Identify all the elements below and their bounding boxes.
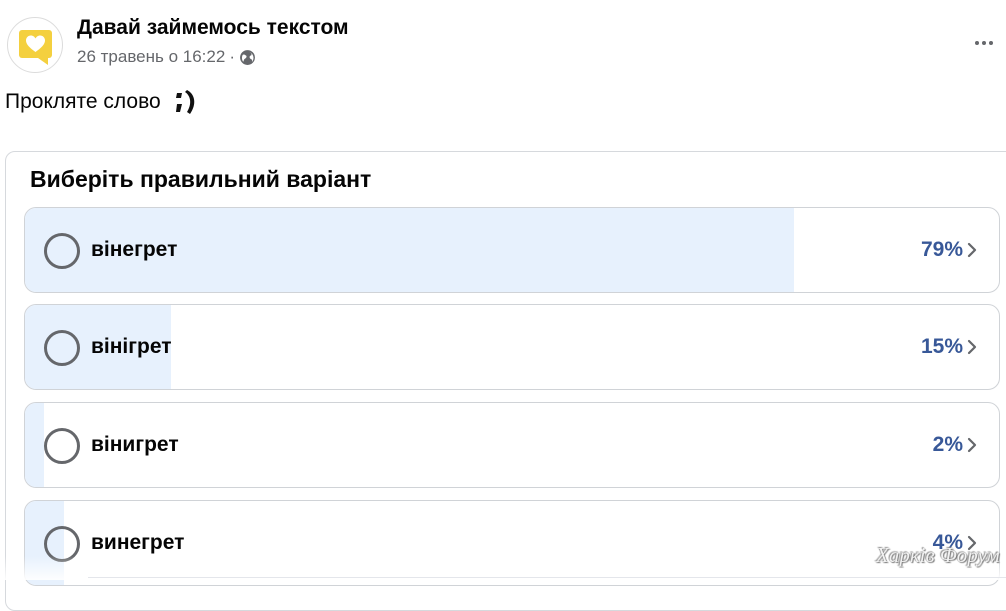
chevron-right-icon — [967, 437, 977, 453]
radio-button[interactable] — [44, 233, 80, 269]
meta-separator: · — [229, 47, 235, 66]
watermark: Харків Форум — [876, 543, 1000, 567]
chevron-right-icon — [967, 339, 977, 355]
page-name[interactable]: Давай займемось текстом — [77, 16, 349, 40]
post-text-content: Прокляте слово — [5, 90, 161, 113]
option-percent: 2% — [932, 433, 963, 456]
option-label: вінигрет — [91, 433, 179, 456]
radio-button[interactable] — [44, 428, 80, 464]
post-date[interactable]: 26 травень о 16:22 — [77, 47, 225, 67]
winking-emoticon-icon — [175, 90, 194, 114]
option-label: вінігрет — [91, 335, 172, 358]
chevron-right-icon — [967, 242, 977, 258]
option-percent: 15% — [920, 335, 963, 358]
globe-icon — [240, 49, 255, 65]
post-meta: 26 травень о 16:22 · — [77, 47, 256, 67]
option-label: вінегрет — [91, 238, 178, 261]
option-percent: 79% — [920, 238, 963, 261]
post-text: Прокляте слово — [5, 88, 199, 116]
poll-option[interactable]: вінигрет 2% — [24, 402, 1000, 488]
more-dot — [982, 41, 986, 45]
page-avatar[interactable] — [7, 17, 63, 73]
more-dot — [989, 41, 993, 45]
heart-logo-icon — [19, 30, 52, 65]
vote-bar — [25, 403, 45, 487]
poll-question: Виберіть правильний варіант — [30, 166, 372, 192]
more-dots-icon — [975, 41, 979, 45]
bottom-divider — [88, 577, 1006, 578]
radio-button[interactable] — [44, 330, 80, 366]
poll-option[interactable]: вінігрет 15% — [24, 304, 1000, 390]
poll-option[interactable]: вінегрет 79% — [24, 207, 1000, 293]
more-options-button[interactable] — [975, 30, 1005, 56]
option-label: винегрет — [91, 531, 185, 554]
